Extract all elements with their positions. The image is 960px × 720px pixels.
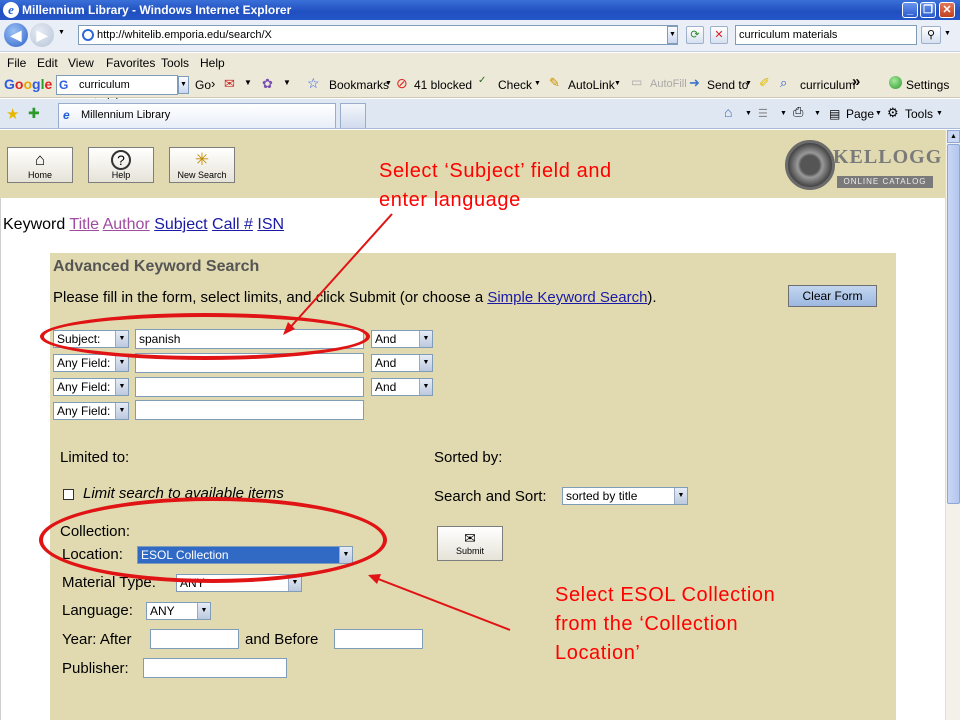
collection-arrow-line [372, 576, 511, 631]
subject-arrow-line [286, 213, 393, 332]
subject-annotation: Select ‘Subject’ field and enter languag… [379, 160, 612, 211]
annotation-arrows [283, 213, 511, 631]
collection-annotation: Select ESOL Collection from the ‘Collect… [555, 584, 776, 664]
